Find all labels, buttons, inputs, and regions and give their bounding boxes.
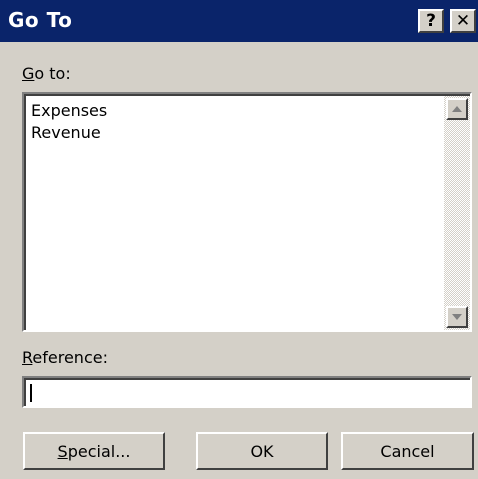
- list-item-expenses[interactable]: Expenses: [31, 100, 107, 122]
- title-bar[interactable]: Go To ? ✕: [0, 0, 478, 42]
- vertical-scrollbar[interactable]: [444, 96, 470, 330]
- go-to-dialog: Go To ? ✕ Go to: Expenses Revenue Refere: [0, 0, 478, 479]
- text-caret: [30, 384, 32, 402]
- arrow-down-icon: [452, 314, 462, 320]
- arrow-up-icon: [452, 106, 462, 112]
- list-item-revenue[interactable]: Revenue: [31, 122, 107, 144]
- ok-button[interactable]: OK: [196, 432, 328, 470]
- go-to-label: Go to:: [22, 64, 71, 83]
- scroll-down-button[interactable]: [446, 306, 468, 328]
- help-button[interactable]: ?: [418, 9, 444, 33]
- close-icon: ✕: [455, 11, 471, 31]
- close-button[interactable]: ✕: [450, 9, 476, 33]
- go-to-listbox[interactable]: Expenses Revenue: [22, 92, 472, 332]
- reference-label: Reference:: [22, 348, 108, 367]
- scroll-up-button[interactable]: [446, 98, 468, 120]
- special-button[interactable]: Special...: [23, 432, 165, 470]
- cancel-button[interactable]: Cancel: [341, 432, 474, 470]
- window-title: Go To: [8, 8, 73, 32]
- reference-input[interactable]: [22, 376, 472, 408]
- help-icon: ?: [426, 11, 436, 31]
